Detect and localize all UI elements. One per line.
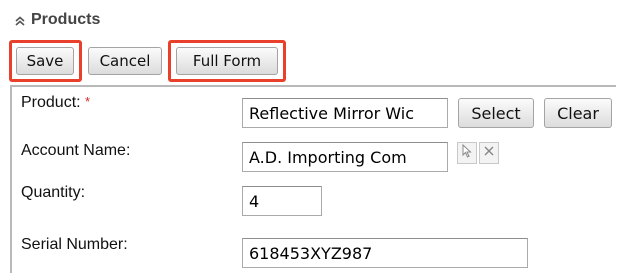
required-marker: * (85, 94, 91, 109)
product-label-text: Product: (21, 94, 81, 111)
double-chevron-up-icon[interactable] (14, 14, 26, 26)
account-name-label: Account Name: (21, 142, 131, 159)
quantity-input[interactable]: 4 (242, 186, 322, 216)
product-clear-button[interactable]: Clear (544, 98, 612, 128)
save-highlight (9, 40, 82, 82)
account-name-input[interactable]: A.D. Importing Com (242, 142, 448, 172)
full-form-highlight (168, 40, 286, 82)
quantity-label: Quantity: (21, 184, 86, 201)
cursor-arrow-icon (461, 143, 473, 163)
product-select-button[interactable]: Select (458, 98, 534, 128)
cancel-button[interactable]: Cancel (88, 47, 162, 75)
account-clear-button[interactable] (479, 142, 499, 164)
account-select-button[interactable] (457, 142, 477, 164)
serial-number-label: Serial Number: (21, 236, 128, 253)
serial-number-input[interactable]: 618453XYZ987 (242, 238, 528, 268)
product-label: Product: * (21, 94, 90, 112)
panel-title: Products (31, 11, 101, 28)
product-input[interactable]: Reflective Mirror Wic (242, 98, 448, 128)
panel-header[interactable]: Products (14, 8, 100, 32)
close-icon (483, 144, 495, 162)
